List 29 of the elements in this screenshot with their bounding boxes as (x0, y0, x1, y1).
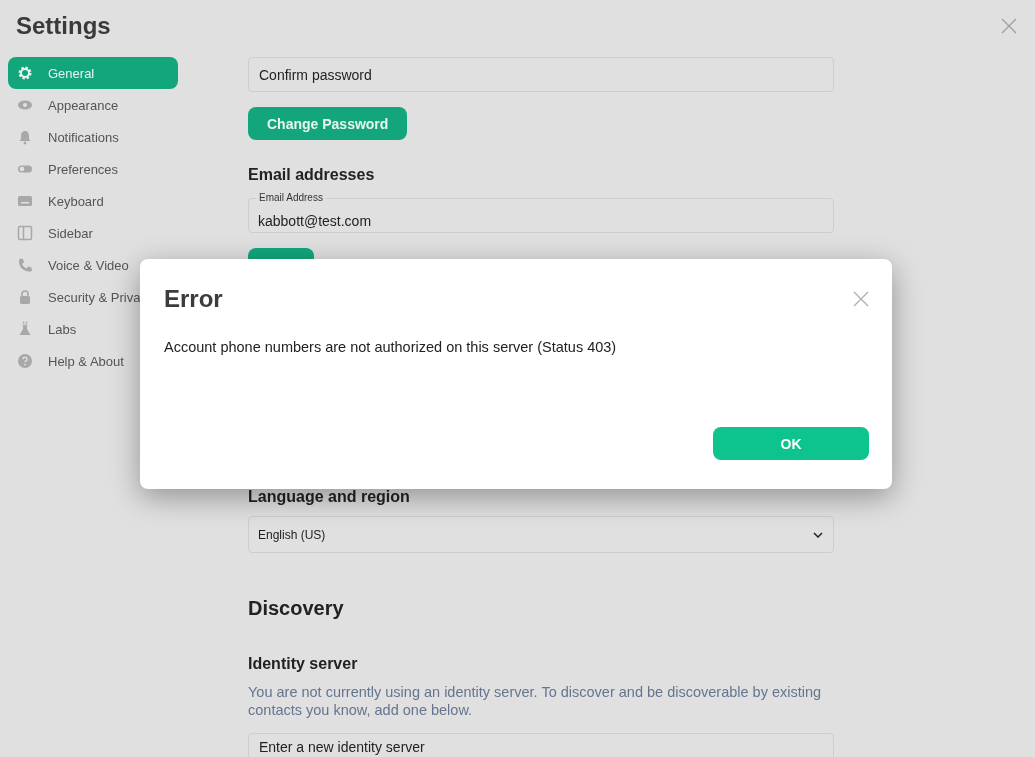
lock-icon (17, 289, 33, 305)
field-label: Email Address (256, 192, 326, 204)
dialog-title: Error (164, 285, 223, 313)
language-select[interactable]: English (US) (248, 516, 834, 553)
password-field[interactable]: Confirm password (248, 57, 834, 92)
phone-icon (17, 257, 33, 273)
section-heading: Identity server (248, 655, 358, 673)
flask-icon (17, 321, 33, 337)
sidebar-item[interactable]: Sidebar (8, 217, 178, 249)
description-text: You are not currently using an identity server. To discover and be discoverable by existing contacts you know, add one below. (248, 683, 823, 719)
keyboard-icon (17, 193, 33, 209)
close-icon[interactable] (853, 291, 869, 307)
bell-icon (17, 129, 33, 145)
chevron-down-icon (813, 531, 823, 538)
sidebar-icon (17, 225, 33, 241)
help-icon (17, 353, 33, 369)
section-heading: Email addresses (248, 166, 375, 184)
section-heading: Discovery (248, 597, 344, 620)
identity-server-field[interactable]: Enter a new identity server (248, 733, 834, 757)
settings-title: Settings (16, 12, 111, 40)
close-icon[interactable] (1001, 18, 1017, 34)
sidebar-item[interactable]: Voice & Video (8, 249, 178, 281)
sidebar-item[interactable]: Preferences (8, 153, 178, 185)
sidebar-item[interactable]: Keyboard (8, 185, 178, 217)
error-message: Account phone numbers are not authorized on this server (Status 403) (164, 339, 618, 355)
sidebar-item[interactable]: Appearance (8, 89, 178, 121)
section-heading: Language and region (248, 488, 410, 506)
sidebar-item[interactable]: Notifications (8, 121, 178, 153)
gear-icon (17, 65, 33, 81)
